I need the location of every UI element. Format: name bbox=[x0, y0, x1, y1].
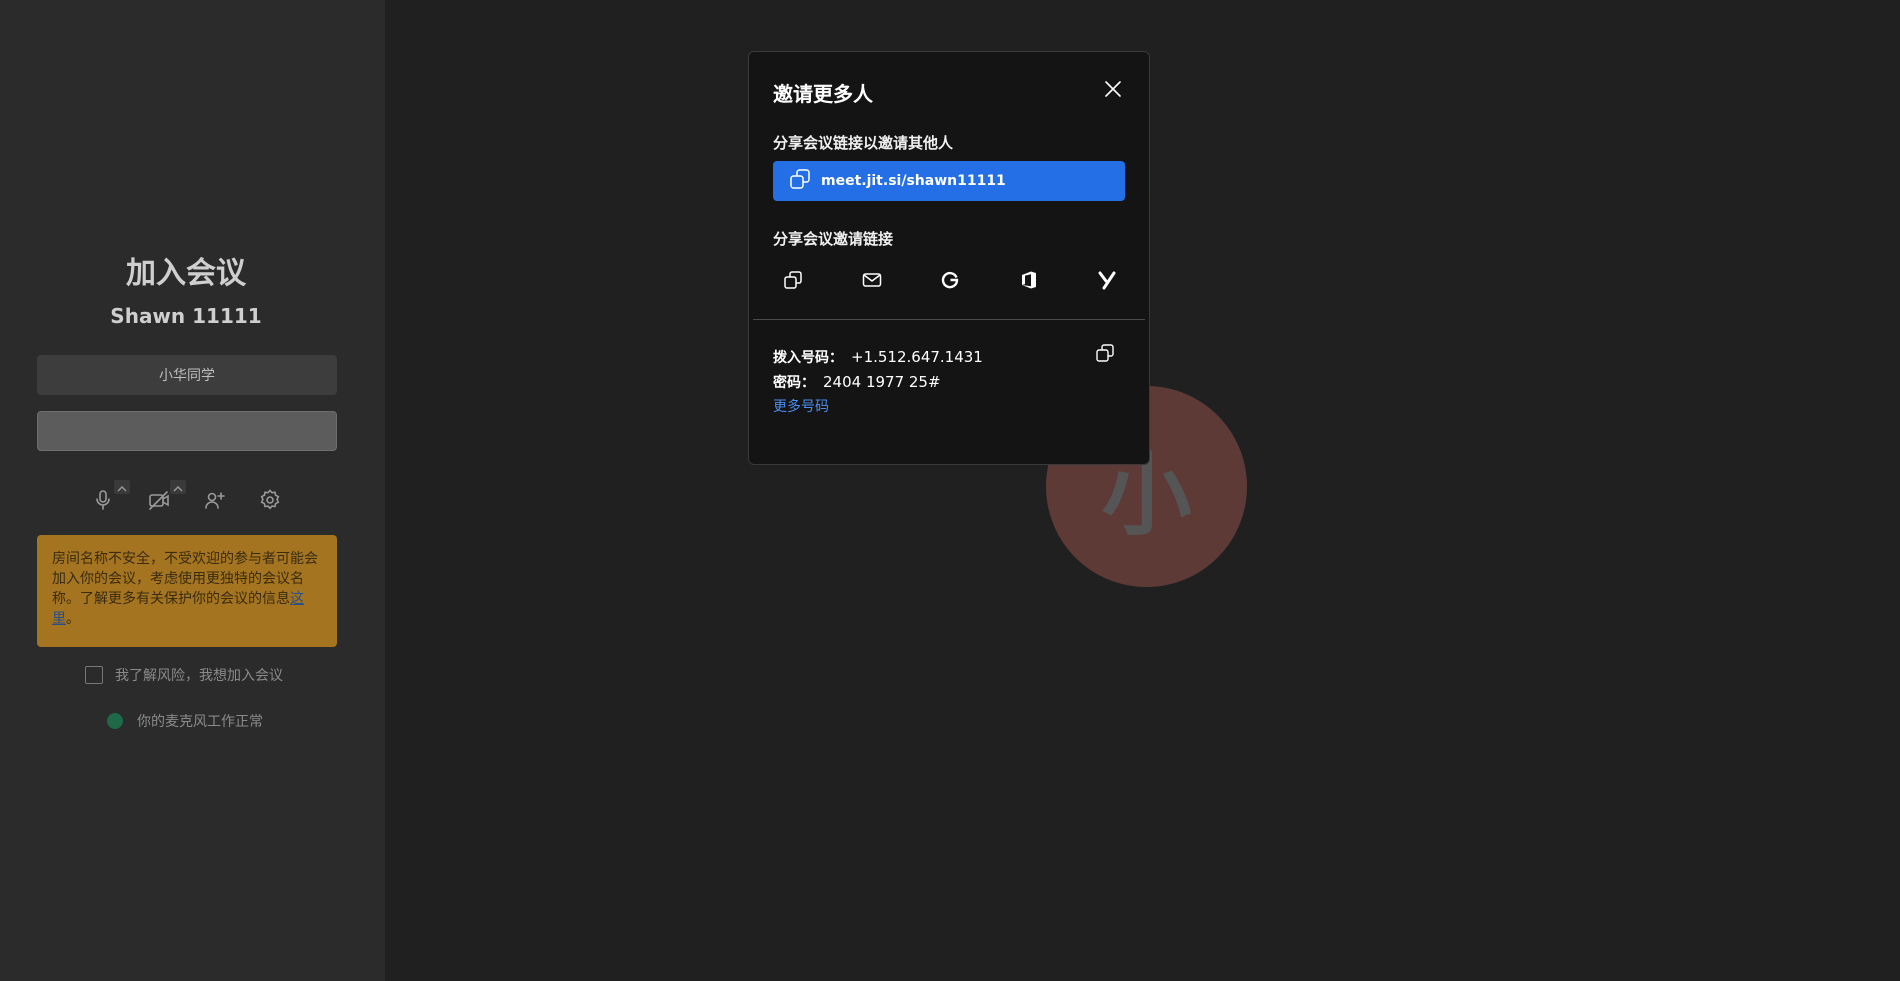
more-numbers-link[interactable]: 更多号码 bbox=[773, 396, 829, 416]
google-share-button[interactable] bbox=[930, 262, 970, 302]
chevron-up-icon bbox=[117, 478, 127, 497]
office-icon bbox=[1018, 269, 1040, 295]
mic-status-indicator bbox=[107, 713, 123, 729]
warning-period: 。 bbox=[66, 611, 80, 627]
room-name: Shawn 11111 bbox=[110, 304, 262, 328]
prejoin-toolbar bbox=[0, 480, 372, 520]
warning-text: 房间名称不安全，不受欢迎的参与者可能会加入你的会议，考虑使用更独特的会议名称。了… bbox=[52, 551, 318, 607]
close-dialog-button[interactable] bbox=[1101, 79, 1125, 103]
join-meeting-button[interactable] bbox=[37, 411, 337, 451]
copy-icon bbox=[1095, 343, 1115, 367]
yahoo-share-button[interactable] bbox=[1087, 262, 1127, 302]
close-icon bbox=[1104, 80, 1122, 102]
dial-in-label: 拨入号码： bbox=[773, 350, 843, 366]
invite-people-button[interactable] bbox=[201, 488, 229, 516]
prejoin-title: 加入会议 bbox=[126, 256, 246, 291]
display-name-input[interactable] bbox=[37, 355, 337, 395]
dialog-title: 邀请更多人 bbox=[773, 82, 873, 106]
yahoo-icon bbox=[1096, 269, 1118, 295]
microphone-button[interactable] bbox=[89, 488, 117, 516]
consent-label: 我了解风险，我想加入会议 bbox=[115, 668, 283, 684]
camera-off-icon bbox=[147, 488, 171, 516]
mic-status-row: 你的麦克风工作正常 bbox=[107, 711, 263, 731]
dial-in-row: 拨入号码： +1.512.647.1431 bbox=[773, 347, 983, 367]
settings-button[interactable] bbox=[256, 488, 284, 516]
dial-in-number: +1.512.647.1431 bbox=[851, 348, 983, 366]
invite-dialog: 邀请更多人 分享会议链接以邀请其他人 meet.jit.si/shawn1111… bbox=[748, 51, 1150, 465]
copy-meeting-link-button[interactable]: meet.jit.si/shawn11111 bbox=[773, 161, 1125, 201]
pin-value: 2404 1977 25# bbox=[823, 373, 941, 391]
google-icon bbox=[939, 269, 961, 295]
copy-icon bbox=[789, 168, 811, 194]
email-icon bbox=[861, 269, 883, 295]
video-settings-toggle[interactable] bbox=[170, 480, 186, 494]
email-share-button[interactable] bbox=[852, 262, 892, 302]
dialog-divider bbox=[753, 319, 1145, 320]
share-link-label: 分享会议链接以邀请其他人 bbox=[773, 134, 954, 152]
pin-label: 密码： bbox=[773, 375, 815, 391]
settings-icon bbox=[258, 488, 282, 516]
copy-icon bbox=[782, 269, 804, 295]
camera-button[interactable] bbox=[145, 488, 173, 516]
audio-settings-toggle[interactable] bbox=[114, 480, 130, 494]
consent-row: 我了解风险，我想加入会议 bbox=[85, 665, 283, 685]
share-options bbox=[773, 262, 1125, 302]
invite-icon bbox=[203, 488, 227, 516]
copy-dial-in-button[interactable] bbox=[1093, 343, 1117, 367]
pin-row: 密码： 2404 1977 25# bbox=[773, 372, 941, 392]
prejoin-panel: 加入会议 Shawn 11111 小华同学 房间名称不安全，不受欢迎的参与者可能… bbox=[0, 0, 385, 981]
share-invite-label: 分享会议邀请链接 bbox=[773, 230, 894, 248]
mic-status-text: 你的麦克风工作正常 bbox=[137, 714, 263, 730]
meeting-link-text: meet.jit.si/shawn11111 bbox=[821, 173, 1006, 189]
insecure-room-warning: 房间名称不安全，不受欢迎的参与者可能会加入你的会议，考虑使用更独特的会议名称。了… bbox=[37, 535, 337, 647]
copy-invite-button[interactable] bbox=[773, 262, 813, 302]
chevron-up-icon bbox=[173, 478, 183, 497]
consent-checkbox[interactable] bbox=[85, 666, 103, 684]
microphone-icon bbox=[91, 488, 115, 516]
office-share-button[interactable] bbox=[1009, 262, 1049, 302]
